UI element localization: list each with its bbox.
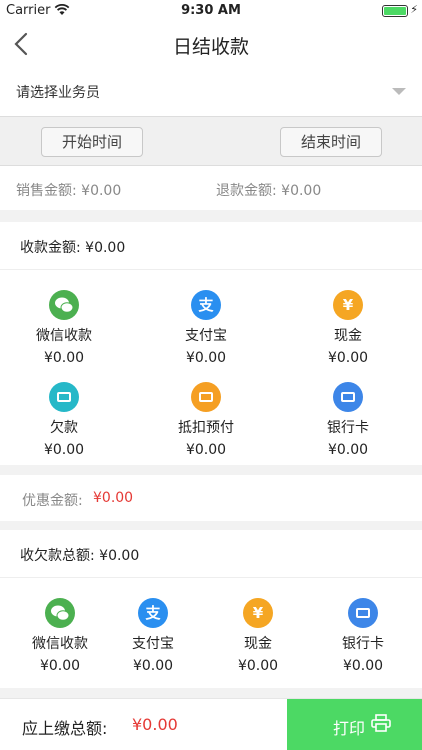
status-bar: Carrier 9:30 AM ⚡ bbox=[0, 0, 422, 22]
collection-total: 收款金额: ¥0.00 bbox=[20, 240, 126, 256]
cash-icon: ¥ bbox=[333, 290, 363, 320]
debt-collection-header: 收欠款总额: ¥0.00 bbox=[0, 530, 422, 578]
time-range-row: 开始时间 结束时间 bbox=[0, 116, 422, 166]
debt-item-wechat[interactable]: 微信收款 ¥0.00 bbox=[10, 598, 110, 674]
sales-amount: 销售金额: ¥0.00 bbox=[16, 183, 122, 199]
item-name: 现金 bbox=[244, 636, 272, 652]
page-title: 日结收款 bbox=[172, 36, 249, 58]
collection-item-prepaid[interactable]: 抵扣预付 ¥0.00 bbox=[156, 382, 256, 458]
end-time-button[interactable]: 结束时间 bbox=[280, 127, 382, 157]
debt-collection-total: 收欠款总额: ¥0.00 bbox=[20, 548, 140, 564]
alipay-icon: 支 bbox=[191, 290, 221, 320]
nav-bar: 日结收款 bbox=[0, 22, 422, 66]
debt-item-alipay[interactable]: 支 支付宝 ¥0.00 bbox=[103, 598, 203, 674]
discount-label: 优惠金额: bbox=[22, 493, 83, 509]
dropdown-caret-icon bbox=[392, 88, 406, 95]
item-name: 欠款 bbox=[50, 420, 78, 436]
item-value: ¥0.00 bbox=[185, 350, 227, 366]
debt-item-bank-card[interactable]: 银行卡 ¥0.00 bbox=[313, 598, 413, 674]
refund-amount: 退款金额: ¥0.00 bbox=[216, 183, 322, 199]
print-button[interactable]: 打印 bbox=[287, 699, 422, 750]
print-label: 打印 bbox=[333, 719, 366, 738]
bottom-bar: 应上缴总额: ¥0.00 打印 bbox=[0, 698, 422, 750]
item-name: 支付宝 bbox=[132, 636, 174, 652]
item-value: ¥0.00 bbox=[43, 442, 85, 458]
alipay-icon: 支 bbox=[138, 598, 168, 628]
start-time-button[interactable]: 开始时间 bbox=[41, 127, 143, 157]
item-value: ¥0.00 bbox=[237, 658, 279, 674]
salesperson-select[interactable]: 请选择业务员 bbox=[0, 66, 422, 116]
item-name: 抵扣预付 bbox=[178, 420, 234, 436]
item-name: 支付宝 bbox=[185, 328, 227, 344]
discount-value: ¥0.00 bbox=[93, 490, 134, 506]
item-name: 现金 bbox=[334, 328, 362, 344]
charging-icon: ⚡ bbox=[410, 3, 418, 16]
item-name: 微信收款 bbox=[36, 328, 92, 344]
item-value: ¥0.00 bbox=[185, 442, 227, 458]
total-value: ¥0.00 bbox=[132, 715, 178, 734]
wechat-icon bbox=[49, 290, 79, 320]
item-value: ¥0.00 bbox=[132, 658, 174, 674]
item-value: ¥0.00 bbox=[327, 350, 369, 366]
cash-icon: ¥ bbox=[243, 598, 273, 628]
collection-item-debt[interactable]: 欠款 ¥0.00 bbox=[14, 382, 114, 458]
item-name: 银行卡 bbox=[327, 420, 369, 436]
total-label: 应上缴总额: bbox=[22, 719, 108, 738]
item-value: ¥0.00 bbox=[43, 350, 85, 366]
item-name: 微信收款 bbox=[32, 636, 88, 652]
collection-item-cash[interactable]: ¥ 现金 ¥0.00 bbox=[298, 290, 398, 366]
collection-header: 收款金额: ¥0.00 bbox=[0, 222, 422, 270]
printer-icon bbox=[371, 714, 391, 732]
item-name: 银行卡 bbox=[342, 636, 384, 652]
debt-icon bbox=[49, 382, 79, 412]
wechat-icon bbox=[45, 598, 75, 628]
battery-icon bbox=[382, 5, 408, 17]
clock: 9:30 AM bbox=[181, 3, 241, 18]
discount-row: 优惠金额: ¥0.00 bbox=[0, 475, 422, 521]
item-value: ¥0.00 bbox=[327, 442, 369, 458]
bank-card-icon bbox=[348, 598, 378, 628]
item-value: ¥0.00 bbox=[39, 658, 81, 674]
prepaid-icon bbox=[191, 382, 221, 412]
salesperson-placeholder: 请选择业务员 bbox=[16, 85, 100, 101]
collection-item-wechat[interactable]: 微信收款 ¥0.00 bbox=[14, 290, 114, 366]
debt-item-cash[interactable]: ¥ 现金 ¥0.00 bbox=[208, 598, 308, 674]
collection-item-alipay[interactable]: 支 支付宝 ¥0.00 bbox=[156, 290, 256, 366]
sales-refund-row: 销售金额: ¥0.00 退款金额: ¥0.00 bbox=[0, 166, 422, 210]
collection-item-bank-card[interactable]: 银行卡 ¥0.00 bbox=[298, 382, 398, 458]
bank-card-icon bbox=[333, 382, 363, 412]
collection-grid: 微信收款 ¥0.00 支 支付宝 ¥0.00 ¥ 现金 ¥0.00 欠款 ¥0.… bbox=[0, 270, 422, 465]
item-value: ¥0.00 bbox=[342, 658, 384, 674]
debt-collection-grid: 微信收款 ¥0.00 支 支付宝 ¥0.00 ¥ 现金 ¥0.00 银行卡 ¥0… bbox=[0, 578, 422, 688]
